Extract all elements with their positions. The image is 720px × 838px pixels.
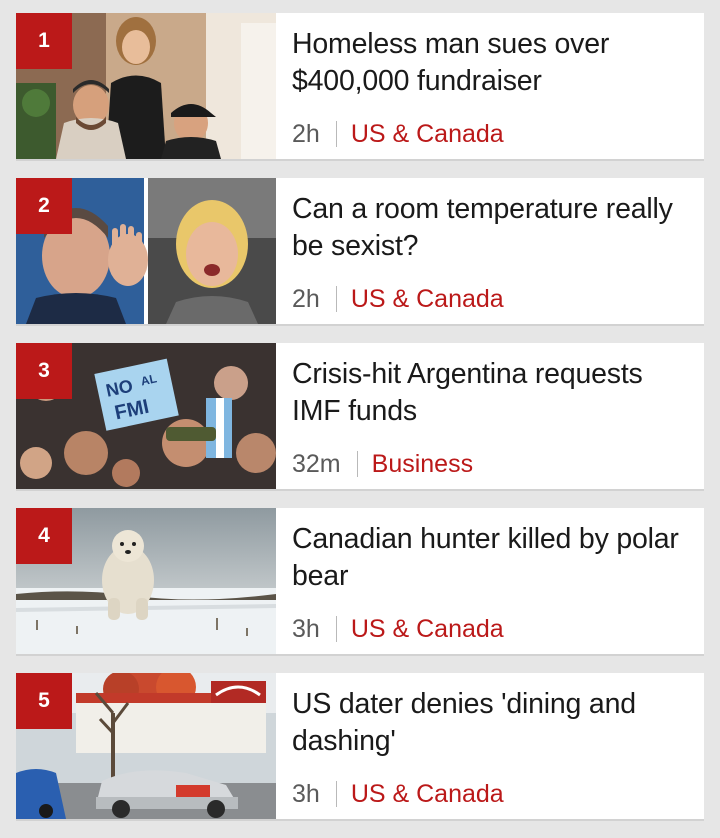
story-thumbnail-5[interactable]: 5	[16, 673, 276, 819]
story-card-3[interactable]: NO AL FMI 3 Crisis-hit Argentina request…	[16, 343, 704, 489]
rank-badge-3: 3	[16, 343, 72, 399]
meta-divider	[356, 451, 358, 477]
story-headline-1[interactable]: Homeless man sues over $400,000 fundrais…	[292, 26, 686, 100]
story-headline-2[interactable]: Can a room temperature really be sexist?	[292, 191, 686, 265]
rank-badge-1: 1	[16, 13, 72, 69]
story-body-2: Can a room temperature really be sexist?…	[276, 178, 704, 324]
most-read-list: 1 Homeless man sues over $400,000 fundra…	[16, 13, 704, 838]
story-section-link-2[interactable]: US & Canada	[351, 284, 504, 314]
story-body-5: US dater denies 'dining and dashing' 3h …	[276, 673, 704, 819]
story-section-link-3[interactable]: Business	[372, 449, 473, 479]
story-thumbnail-1[interactable]: 1	[16, 13, 276, 159]
story-meta-2: 2h US & Canada	[292, 284, 504, 314]
story-time-4: 3h	[292, 615, 320, 643]
story-meta-5: 3h US & Canada	[292, 779, 504, 809]
story-headline-5[interactable]: US dater denies 'dining and dashing'	[292, 686, 686, 760]
story-card-2[interactable]: 2 Can a room temperature really be sexis…	[16, 178, 704, 324]
meta-divider	[335, 781, 337, 807]
meta-divider	[335, 616, 337, 642]
story-thumbnail-2[interactable]: 2	[16, 178, 276, 324]
story-thumbnail-4[interactable]: 4	[16, 508, 276, 654]
story-card-4[interactable]: 4 Canadian hunter killed by polar bear 3…	[16, 508, 704, 654]
story-meta-4: 3h US & Canada	[292, 614, 504, 644]
rank-badge-2: 2	[16, 178, 72, 234]
story-body-3: Crisis-hit Argentina requests IMF funds …	[276, 343, 704, 489]
rank-badge-5: 5	[16, 673, 72, 729]
story-time-1: 2h	[292, 120, 320, 148]
story-card-5[interactable]: 5 US dater denies 'dining and dashing' 3…	[16, 673, 704, 819]
rank-badge-4: 4	[16, 508, 72, 564]
meta-divider	[335, 286, 337, 312]
story-meta-3: 32m Business	[292, 449, 473, 479]
story-body-1: Homeless man sues over $400,000 fundrais…	[276, 13, 704, 159]
story-section-link-4[interactable]: US & Canada	[351, 614, 504, 644]
story-body-4: Canadian hunter killed by polar bear 3h …	[276, 508, 704, 654]
story-thumbnail-3[interactable]: NO AL FMI 3	[16, 343, 276, 489]
story-headline-3[interactable]: Crisis-hit Argentina requests IMF funds	[292, 356, 686, 430]
story-meta-1: 2h US & Canada	[292, 119, 504, 149]
story-section-link-5[interactable]: US & Canada	[351, 779, 504, 809]
meta-divider	[335, 121, 337, 147]
story-time-2: 2h	[292, 285, 320, 313]
story-card-1[interactable]: 1 Homeless man sues over $400,000 fundra…	[16, 13, 704, 159]
story-headline-4[interactable]: Canadian hunter killed by polar bear	[292, 521, 686, 595]
story-section-link-1[interactable]: US & Canada	[351, 119, 504, 149]
story-time-5: 3h	[292, 780, 320, 808]
story-time-3: 32m	[292, 450, 341, 478]
